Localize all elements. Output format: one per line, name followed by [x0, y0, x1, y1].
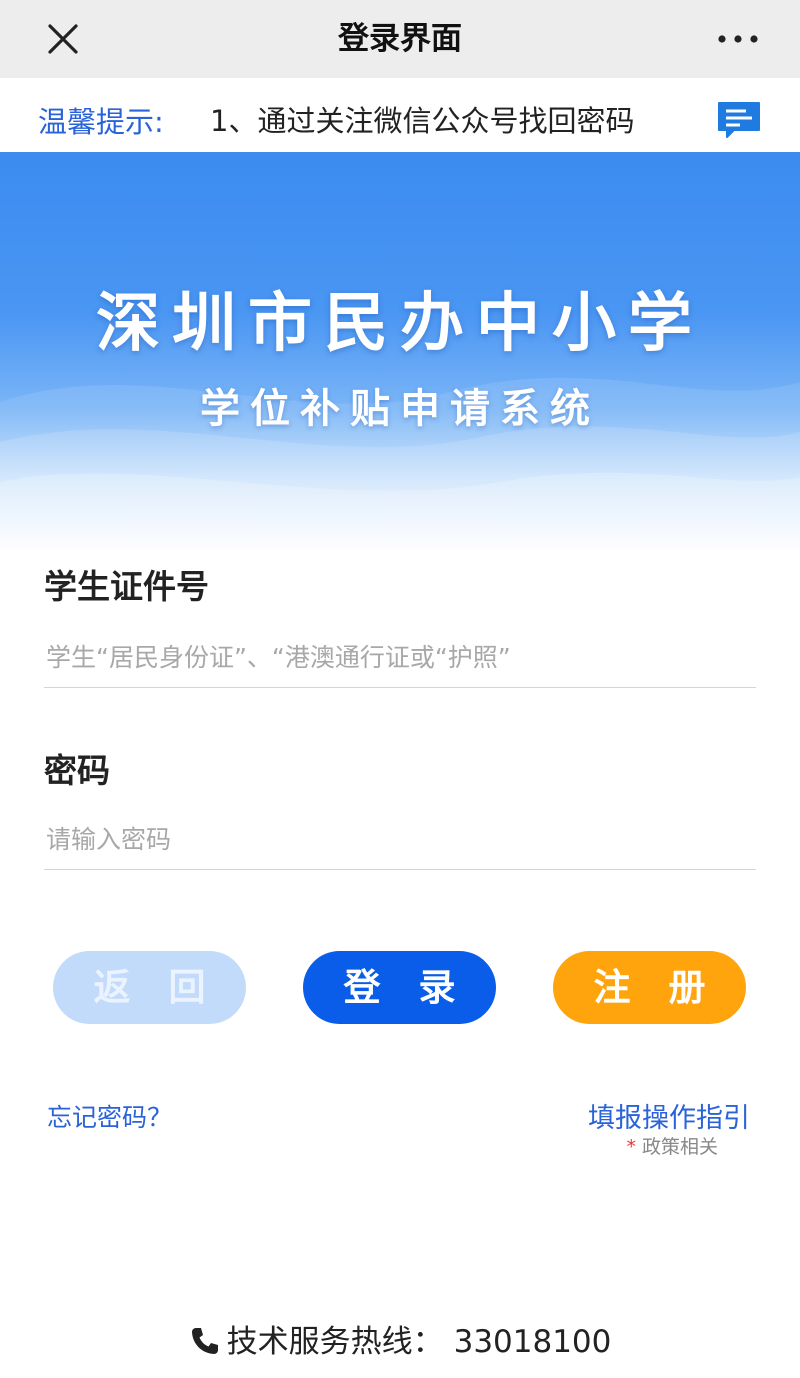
login-button[interactable]: 登录	[303, 951, 496, 1024]
hotline: 技术服务热线： 33018100	[0, 1316, 800, 1361]
student-id-label: 学生证件号	[44, 567, 209, 606]
notice-label: 温馨提示:	[38, 105, 164, 139]
banner-title: 深圳市民办中小学	[96, 287, 704, 361]
filling-guide-link[interactable]: 填报操作指引	[588, 1096, 750, 1135]
policy-note: * 政策相关	[626, 1132, 718, 1159]
notice-bar: 温馨提示: 1、通过关注微信公众号找回密码	[0, 78, 800, 152]
password-label: 密码	[44, 751, 110, 790]
title-bar: 登录界面	[0, 0, 800, 78]
register-button[interactable]: 注册	[553, 951, 746, 1024]
hotline-label: 技术服务热线：	[226, 1324, 444, 1360]
phone-icon	[191, 1327, 218, 1354]
more-dots-icon[interactable]	[716, 24, 760, 54]
password-input[interactable]	[44, 810, 756, 870]
page-title: 登录界面	[338, 21, 462, 57]
hotline-number[interactable]: 33018100	[454, 1324, 612, 1360]
message-icon[interactable]	[716, 100, 762, 140]
student-id-input[interactable]	[44, 628, 756, 688]
banner-subtitle: 学位补贴申请系统	[200, 386, 600, 432]
policy-note-text: 政策相关	[641, 1136, 718, 1158]
banner: 深圳市民办中小学 学位补贴申请系统	[0, 152, 800, 552]
notice-text: 1、通过关注微信公众号找回密码	[210, 104, 635, 138]
forgot-password-link[interactable]: 忘记密码？	[47, 1098, 172, 1134]
back-button[interactable]: 返回	[53, 951, 246, 1024]
required-star: *	[626, 1136, 636, 1158]
